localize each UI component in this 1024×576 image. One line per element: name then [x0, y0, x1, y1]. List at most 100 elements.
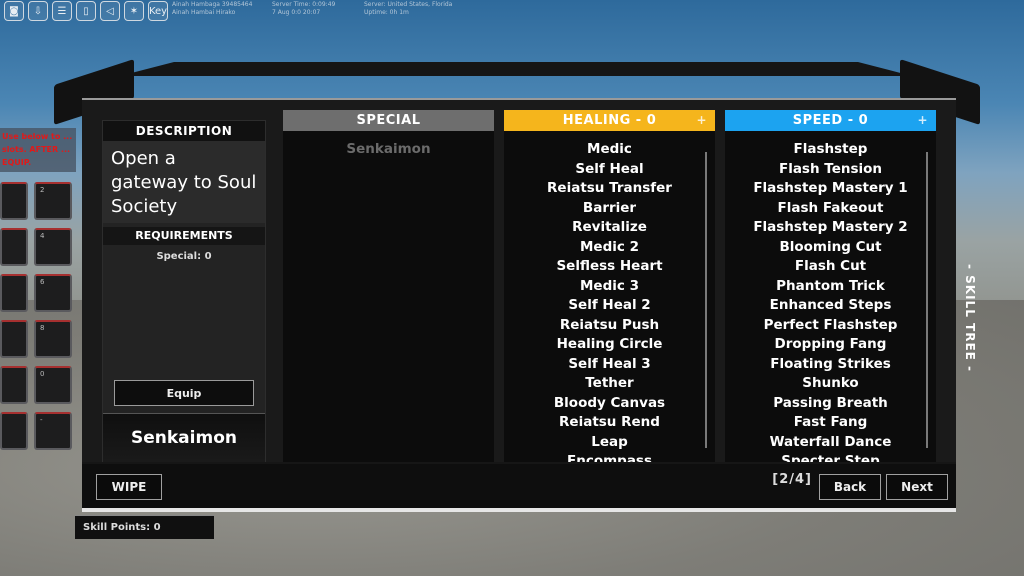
- hotbar-slot[interactable]: [0, 366, 28, 404]
- skill-item[interactable]: Flashstep Mastery 2: [725, 218, 936, 238]
- healing-column-header: HEALING - 0 +: [504, 110, 715, 131]
- speed-skill-list: Flashstep Flash Tension Flashstep Master…: [725, 131, 936, 462]
- camera-icon[interactable]: ◙: [4, 1, 24, 21]
- server-uptime-text: Uptime: 0h 1m: [364, 9, 409, 16]
- skill-item[interactable]: Self Heal: [504, 160, 715, 180]
- special-column-header: SPECIAL: [283, 110, 494, 131]
- skill-item[interactable]: Floating Strikes: [725, 355, 936, 375]
- skill-item[interactable]: Flash Cut: [725, 257, 936, 277]
- skill-item[interactable]: Medic 2: [504, 238, 715, 258]
- skill-item[interactable]: Revitalize: [504, 218, 715, 238]
- slot-number: 2: [40, 186, 45, 194]
- skill-item[interactable]: Medic: [504, 140, 715, 160]
- wipe-button[interactable]: WIPE: [96, 474, 162, 500]
- skill-item[interactable]: Reiatsu Transfer: [504, 179, 715, 199]
- skill-item[interactable]: Perfect Flashstep: [725, 316, 936, 336]
- speed-add-point-icon[interactable]: +: [917, 110, 928, 131]
- hotbar-slot[interactable]: 0: [34, 366, 72, 404]
- skill-item[interactable]: Flash Tension: [725, 160, 936, 180]
- skill-item[interactable]: Self Heal 3: [504, 355, 715, 375]
- skill-item[interactable]: Waterfall Dance: [725, 433, 936, 453]
- skill-item[interactable]: Shunko: [725, 374, 936, 394]
- player-id-text: Ainah Hambaga 39485464: [172, 1, 253, 8]
- healing-skill-list: Medic Self Heal Reiatsu Transfer Barrier…: [504, 131, 715, 462]
- skill-item[interactable]: Self Heal 2: [504, 296, 715, 316]
- skill-item[interactable]: Selfless Heart: [504, 257, 715, 277]
- healing-scrollbar[interactable]: [705, 152, 707, 448]
- speed-column-title: SPEED - 0: [792, 113, 869, 128]
- server-icon[interactable]: ☰: [52, 1, 72, 21]
- requirements-header: REQUIREMENTS: [103, 227, 265, 245]
- slot-number: 8: [40, 324, 45, 332]
- run-icon[interactable]: ✶: [124, 1, 144, 21]
- hotbar-slot[interactable]: [0, 412, 28, 450]
- key-icon[interactable]: Key: [148, 1, 168, 21]
- hotbar-slot[interactable]: -: [34, 412, 72, 450]
- frame-roof-decoration: [120, 62, 912, 76]
- server-region-info: Server: United States, Florida Uptime: 0…: [364, 1, 452, 17]
- speed-column: SPEED - 0 + Flashstep Flash Tension Flas…: [725, 110, 936, 462]
- hotbar-slot[interactable]: 6: [34, 274, 72, 312]
- skill-item[interactable]: Blooming Cut: [725, 238, 936, 258]
- hotbar-slot[interactable]: [0, 182, 28, 220]
- skill-item[interactable]: Reiatsu Rend: [504, 413, 715, 433]
- hotbar-slot[interactable]: [0, 228, 28, 266]
- server-region-text: Server: United States, Florida: [364, 1, 453, 8]
- slot-number: 6: [40, 278, 45, 286]
- skill-item[interactable]: Passing Breath: [725, 394, 936, 414]
- sound-icon[interactable]: ◁: [100, 1, 120, 21]
- skill-item[interactable]: Flashstep Mastery 1: [725, 179, 936, 199]
- hotbar-slot[interactable]: 2: [34, 182, 72, 220]
- server-time-text: Server Time: 0:09:49: [272, 1, 336, 8]
- skill-item[interactable]: Reiatsu Push: [504, 316, 715, 336]
- hotbar-slot[interactable]: 4: [34, 228, 72, 266]
- skill-tree-footer: WIPE [2/4] Back Next: [82, 464, 956, 508]
- healing-column: HEALING - 0 + Medic Self Heal Reiatsu Tr…: [504, 110, 715, 462]
- skill-tree-side-label-text: - SKILL TREE -: [963, 263, 978, 373]
- player-name-text: Ainah Hambai Hirako: [172, 9, 236, 16]
- skill-item[interactable]: Flashstep: [725, 140, 936, 160]
- special-skill-list: Senkaimon: [283, 131, 494, 160]
- skill-item[interactable]: Senkaimon: [283, 140, 494, 160]
- hotbar-slot[interactable]: 8: [34, 320, 72, 358]
- server-time-info: Server Time: 0:09:49 7 Aug 0:0 20:07: [272, 1, 335, 17]
- slot-number: 0: [40, 370, 45, 378]
- special-column: SPECIAL Senkaimon: [283, 110, 494, 462]
- door-icon[interactable]: ▯: [76, 1, 96, 21]
- skill-item[interactable]: Phantom Trick: [725, 277, 936, 297]
- skill-item[interactable]: Tether: [504, 374, 715, 394]
- skill-tree-side-label: - SKILL TREE -: [960, 258, 980, 378]
- server-date-text: 7 Aug 0:0 20:07: [272, 9, 321, 16]
- skill-item[interactable]: Leap: [504, 433, 715, 453]
- skill-item[interactable]: Bloody Canvas: [504, 394, 715, 414]
- requirements-value: Special: 0: [156, 251, 212, 262]
- skill-item[interactable]: Barrier: [504, 199, 715, 219]
- skill-item[interactable]: Enhanced Steps: [725, 296, 936, 316]
- download-icon[interactable]: ⇩: [28, 1, 48, 21]
- healing-add-point-icon[interactable]: +: [696, 110, 707, 131]
- top-toolbar: ◙ ⇩ ☰ ▯ ◁ ✶ Key: [0, 0, 168, 22]
- equip-button[interactable]: Equip: [114, 380, 254, 406]
- page-indicator: [2/4]: [772, 472, 812, 487]
- skill-item[interactable]: Medic 3: [504, 277, 715, 297]
- slot-number: 4: [40, 232, 45, 240]
- description-text: Open a gateway to Soul Society: [103, 141, 265, 223]
- player-info: Ainah Hambaga 39485464 Ainah Hambai Hira…: [172, 1, 252, 17]
- next-button[interactable]: Next: [886, 474, 948, 500]
- skill-item[interactable]: Encompass: [504, 452, 715, 462]
- skill-item[interactable]: Fast Fang: [725, 413, 936, 433]
- skill-item[interactable]: Dropping Fang: [725, 335, 936, 355]
- back-button[interactable]: Back: [819, 474, 881, 500]
- skill-item[interactable]: Flash Fakeout: [725, 199, 936, 219]
- skill-item[interactable]: Healing Circle: [504, 335, 715, 355]
- hotbar-slot[interactable]: [0, 274, 28, 312]
- speed-scrollbar[interactable]: [926, 152, 928, 448]
- skill-tree-window: DESCRIPTION Open a gateway to Soul Socie…: [82, 98, 956, 508]
- skill-item[interactable]: Specter Step: [725, 452, 936, 462]
- speed-column-header: SPEED - 0 +: [725, 110, 936, 131]
- hotbar-instruction-note: Use below to ... slots. AFTER ... EQUIP.: [0, 128, 76, 172]
- hotbar-slots: 2 4 6 8 0 -: [0, 182, 76, 450]
- selected-skill-name: Senkaimon: [103, 413, 265, 462]
- special-column-title: SPECIAL: [356, 113, 421, 128]
- hotbar-slot[interactable]: [0, 320, 28, 358]
